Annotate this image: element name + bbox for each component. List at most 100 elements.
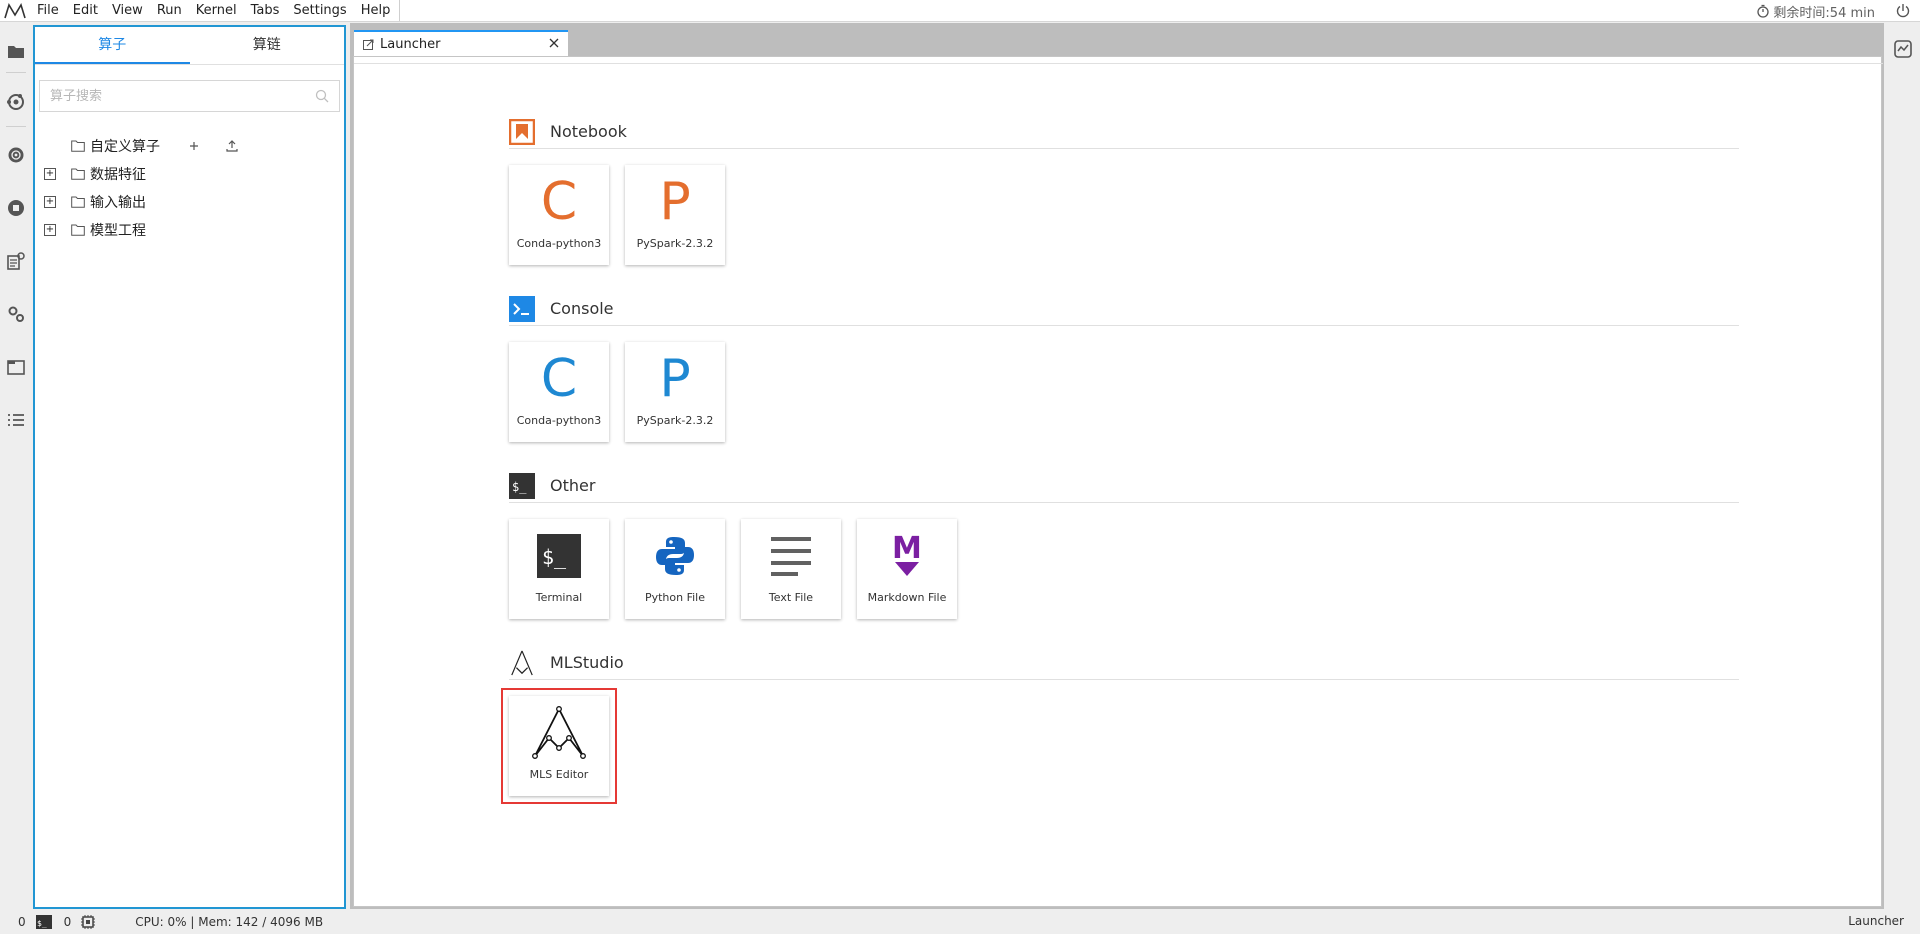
card-console-pyspark[interactable]: P PySpark-2.3.2 <box>625 342 725 442</box>
card-label: Text File <box>768 591 814 604</box>
activity-divider <box>6 72 26 73</box>
section-header: Notebook <box>509 118 1739 149</box>
menu-kernel[interactable]: Kernel <box>189 0 244 22</box>
svg-text:$_: $_ <box>37 919 47 928</box>
stop-icon[interactable] <box>5 197 27 219</box>
mlstudio-icon <box>509 650 535 676</box>
kernel-logo: P <box>625 348 725 410</box>
card-markdown-file[interactable]: M Markdown File <box>857 519 957 619</box>
section-title: Other <box>550 476 596 495</box>
search-icon[interactable] <box>315 89 329 103</box>
close-icon[interactable] <box>548 37 560 49</box>
kernel-letter: C <box>540 172 578 232</box>
terminal-icon: $_ <box>509 525 609 587</box>
card-group: $_ Terminal Python File Text File M Mark… <box>509 519 1739 619</box>
card-text-file[interactable]: Text File <box>741 519 841 619</box>
tree-item-data-features[interactable]: + 数据特征 <box>35 160 344 188</box>
upload-icon[interactable] <box>225 139 239 153</box>
card-group: MLS Editor <box>501 688 1739 804</box>
menu-divider <box>399 0 401 21</box>
operator-graph-icon[interactable] <box>5 91 27 113</box>
folder-outline-icon <box>71 140 85 152</box>
card-notebook-conda-python3[interactable]: C Conda-python3 <box>509 165 609 265</box>
activity-divider <box>6 126 26 127</box>
card-group: C Conda-python3 P PySpark-2.3.2 <box>509 165 1739 265</box>
tree-item-model-engineering[interactable]: + 模型工程 <box>35 216 344 244</box>
terminal-small-icon: $_ <box>35 914 52 929</box>
tree-item-label: 模型工程 <box>90 223 146 239</box>
card-label: MLS Editor <box>529 768 589 781</box>
kernel-count[interactable]: 0 <box>63 914 96 929</box>
side-panel-tabs: 算子 算链 <box>35 27 344 65</box>
svg-text:$_: $_ <box>542 545 567 569</box>
timer-text: 剩余时间:54 min <box>1773 5 1875 21</box>
expand-icon[interactable]: + <box>44 196 56 208</box>
card-python-file[interactable]: Python File <box>625 519 725 619</box>
stopwatch-icon <box>1757 4 1770 18</box>
expand-icon[interactable]: + <box>44 224 56 236</box>
menu-file[interactable]: File <box>30 0 66 22</box>
palette-icon[interactable] <box>5 144 27 166</box>
operator-search-input[interactable] <box>40 81 339 111</box>
dataset-icon[interactable] <box>5 250 27 272</box>
menu-tabs[interactable]: Tabs <box>244 0 287 22</box>
session-timer: 剩余时间:54 min <box>1756 0 1875 22</box>
card-notebook-pyspark[interactable]: P PySpark-2.3.2 <box>625 165 725 265</box>
section-title: Notebook <box>550 122 627 141</box>
folder-outline-icon <box>71 196 85 208</box>
card-label: Conda-python3 <box>516 237 602 250</box>
card-label: Conda-python3 <box>516 414 602 427</box>
menu-edit[interactable]: Edit <box>66 0 105 22</box>
section-header: $_ Other <box>509 472 1739 503</box>
power-icon[interactable] <box>1894 2 1912 20</box>
card-label: Terminal <box>535 591 583 604</box>
tree-item-custom-operators[interactable]: 自定义算子 <box>35 132 344 160</box>
kernel-logo: P <box>625 171 725 233</box>
card-console-conda-python3[interactable]: C Conda-python3 <box>509 342 609 442</box>
kernel-logo: C <box>509 348 609 410</box>
status-bar: 0 $_ 0 CPU: 0% | Mem: 142 / 4096 MB Laun… <box>0 909 1920 934</box>
operator-search-box <box>39 80 340 112</box>
card-group: C Conda-python3 P PySpark-2.3.2 <box>509 342 1739 442</box>
section-title: Console <box>550 299 614 318</box>
card-label: PySpark-2.3.2 <box>636 237 714 250</box>
card-mls-editor[interactable]: MLS Editor <box>501 688 617 804</box>
menu-run[interactable]: Run <box>150 0 189 22</box>
add-icon[interactable] <box>187 139 201 153</box>
tab-operators[interactable]: 算子 <box>35 27 190 64</box>
folder-outline-icon <box>71 168 85 180</box>
menu-bar: File Edit View Run Kernel Tabs Settings … <box>0 0 1920 22</box>
tab-launcher[interactable]: Launcher <box>354 30 568 56</box>
tree-item-label: 输入输出 <box>90 195 146 211</box>
kernel-letter: C <box>540 349 578 409</box>
card-terminal[interactable]: $_ Terminal <box>509 519 609 619</box>
operator-tree: 自定义算子 + 数据特征 + 输入输出 + 模型工程 <box>35 132 344 244</box>
right-activity-bar <box>1886 23 1920 909</box>
property-inspector-icon[interactable] <box>1894 40 1912 58</box>
kernel-count-value: 0 <box>63 914 72 929</box>
document-tab-bar: Launcher <box>350 23 1884 56</box>
section-notebook: Notebook C Conda-python3 P PySpark-2.3.2 <box>509 118 1739 265</box>
left-activity-bar <box>0 23 32 909</box>
terminal-count-value: 0 <box>18 914 26 929</box>
launcher-tab-icon <box>363 39 374 50</box>
menu-help[interactable]: Help <box>354 0 398 22</box>
tree-item-label: 数据特征 <box>90 167 146 183</box>
menu-view[interactable]: View <box>105 0 150 22</box>
folder-outline-icon <box>71 224 85 236</box>
expand-icon[interactable]: + <box>44 168 56 180</box>
settings-gears-icon[interactable] <box>5 303 27 325</box>
list-icon[interactable] <box>5 409 27 431</box>
tab-operator-chains[interactable]: 算链 <box>190 27 345 64</box>
tree-item-input-output[interactable]: + 输入输出 <box>35 188 344 216</box>
resource-usage: CPU: 0% | Mem: 142 / 4096 MB <box>135 914 324 929</box>
console-icon <box>509 295 535 322</box>
folder-icon[interactable] <box>5 40 27 62</box>
tree-item-label: 自定义算子 <box>90 139 160 155</box>
menu-settings[interactable]: Settings <box>286 0 353 22</box>
terminal-count[interactable]: 0 $_ <box>18 914 52 929</box>
operator-side-panel: 算子 算链 自定义算子 + 数据特征 + 输入输出 + <box>33 25 346 909</box>
markdown-icon: M <box>857 525 957 587</box>
tabs-window-icon[interactable] <box>5 356 27 378</box>
section-console: Console C Conda-python3 P PySpark-2.3.2 <box>509 295 1739 442</box>
